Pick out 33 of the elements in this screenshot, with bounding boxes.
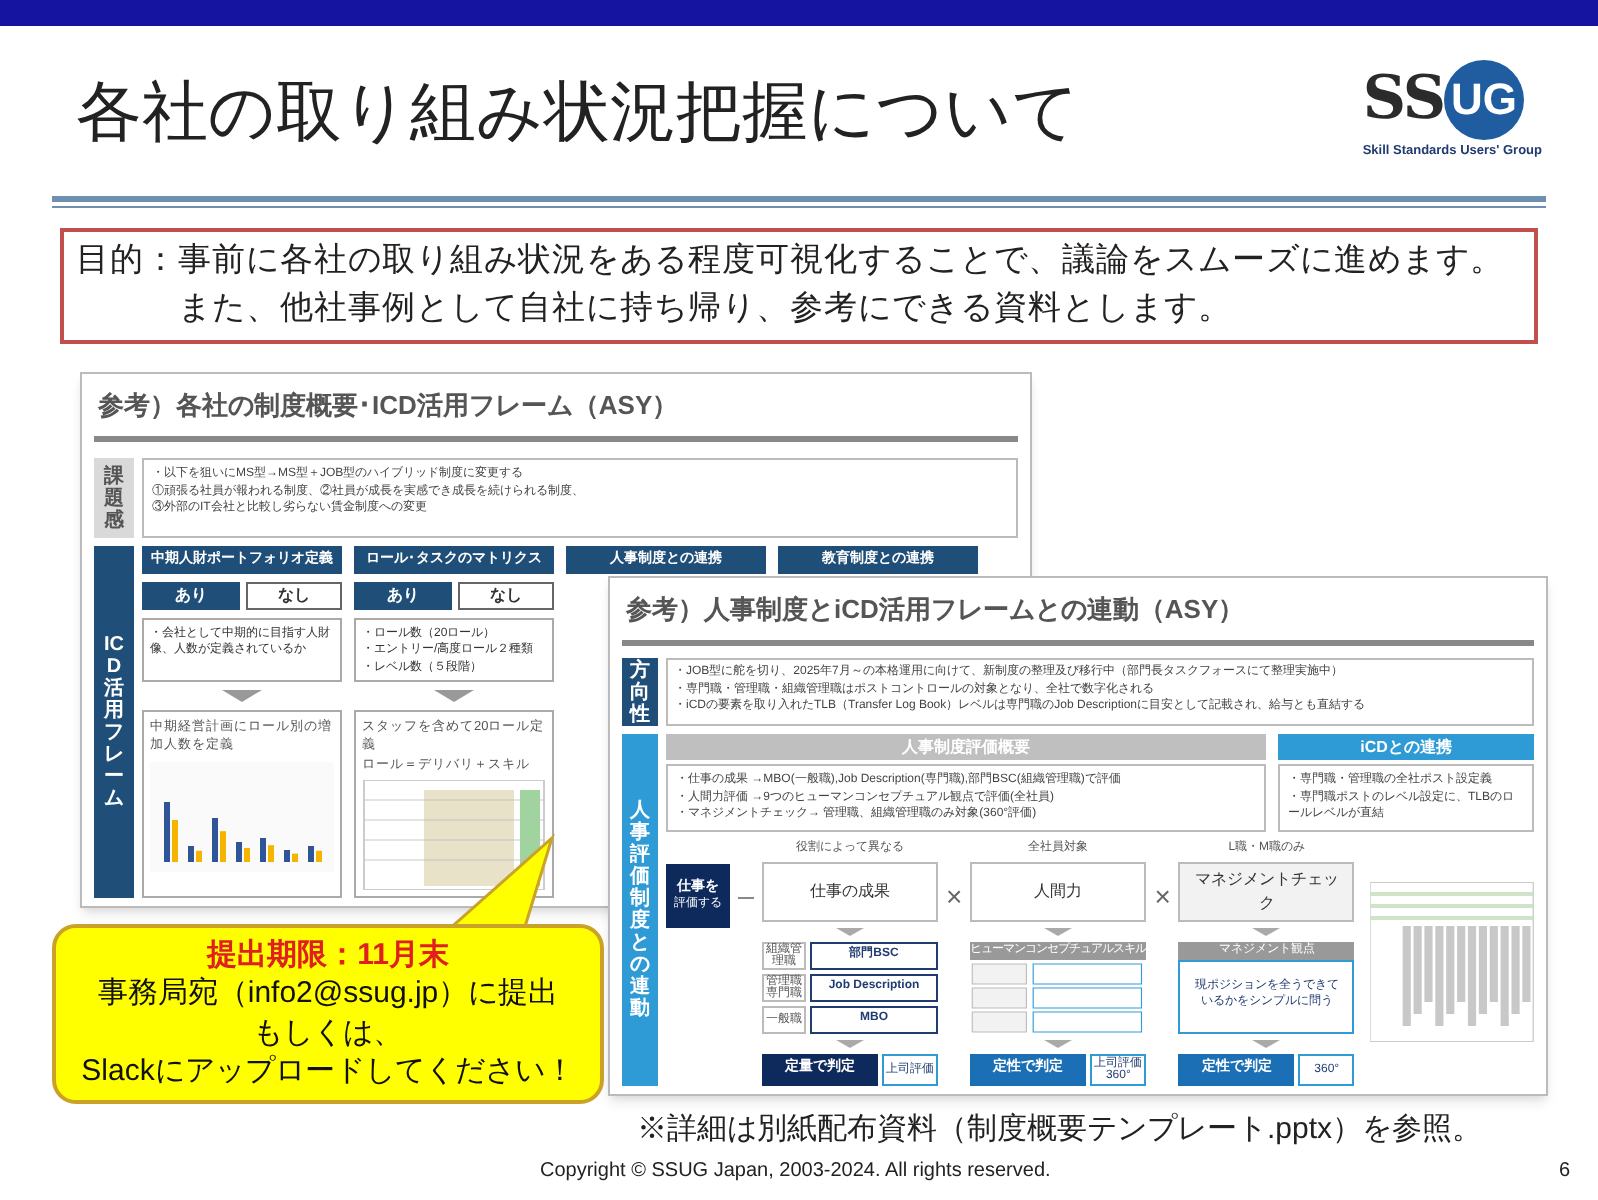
down-chevron-icon (836, 1039, 864, 1048)
multiply-sign: × (946, 877, 963, 916)
row-label: 人事評価制度との連動 (622, 734, 658, 1086)
down-chevron-icon (1044, 1039, 1073, 1048)
factor-box: マネジメントチェック (1178, 861, 1355, 922)
multiply-sign: × (1154, 877, 1171, 916)
page-number: 6 (1558, 1158, 1570, 1187)
down-chevron-icon (1252, 1039, 1281, 1048)
factor-box: 人間力 (970, 861, 1147, 922)
deadline-text: 提出期限：11月末 (207, 935, 449, 975)
connector-line (738, 893, 754, 902)
row-label: ICD活用フレーム (94, 546, 134, 898)
copyright-text: Copyright © SSUG Japan, 2003-2024. All rights reserved. (540, 1158, 1051, 1187)
slide-title: 各社の取り組み状況把握について (76, 78, 1080, 144)
down-chevron-icon (222, 690, 262, 703)
purpose-label: 目的： (76, 240, 178, 282)
logo-text: SS (1362, 70, 1444, 131)
document-title: 参考）各社の制度概要･ICD活用フレーム（ASY） (96, 387, 681, 424)
callout-text: Slackにアップロードしてください！ (81, 1052, 575, 1092)
purpose-text: 事前に各社の取り組み状況をある程度可視化することで、議論をスムーズに進めます。また、他社事例として自社に持ち帰り、参考にできる資料とします。 (178, 240, 1506, 330)
section-header: iCDとの連携 (1278, 734, 1534, 761)
row-label: 方向性 (622, 658, 658, 727)
section-header: 人事制度評価概要 (666, 734, 1266, 761)
callout-text: 事務局宛（info2@ssug.jp）に提出 (97, 974, 559, 1014)
down-chevron-icon (434, 690, 474, 703)
note-text: ※詳細は別紙配布資料（制度概要テンプレート.pptx）を参照。 (636, 1109, 1482, 1150)
down-chevron-icon (1252, 927, 1281, 936)
row-label: 課題感 (94, 458, 134, 539)
document-title: 参考）人事制度とiCD活用フレームとの連動（ASY） (624, 591, 1247, 628)
down-chevron-icon (836, 927, 864, 936)
down-chevron-icon (1044, 927, 1073, 936)
callout-text: もしくは、 (253, 1013, 403, 1053)
factor-box: 仕事の成果 (762, 861, 938, 922)
